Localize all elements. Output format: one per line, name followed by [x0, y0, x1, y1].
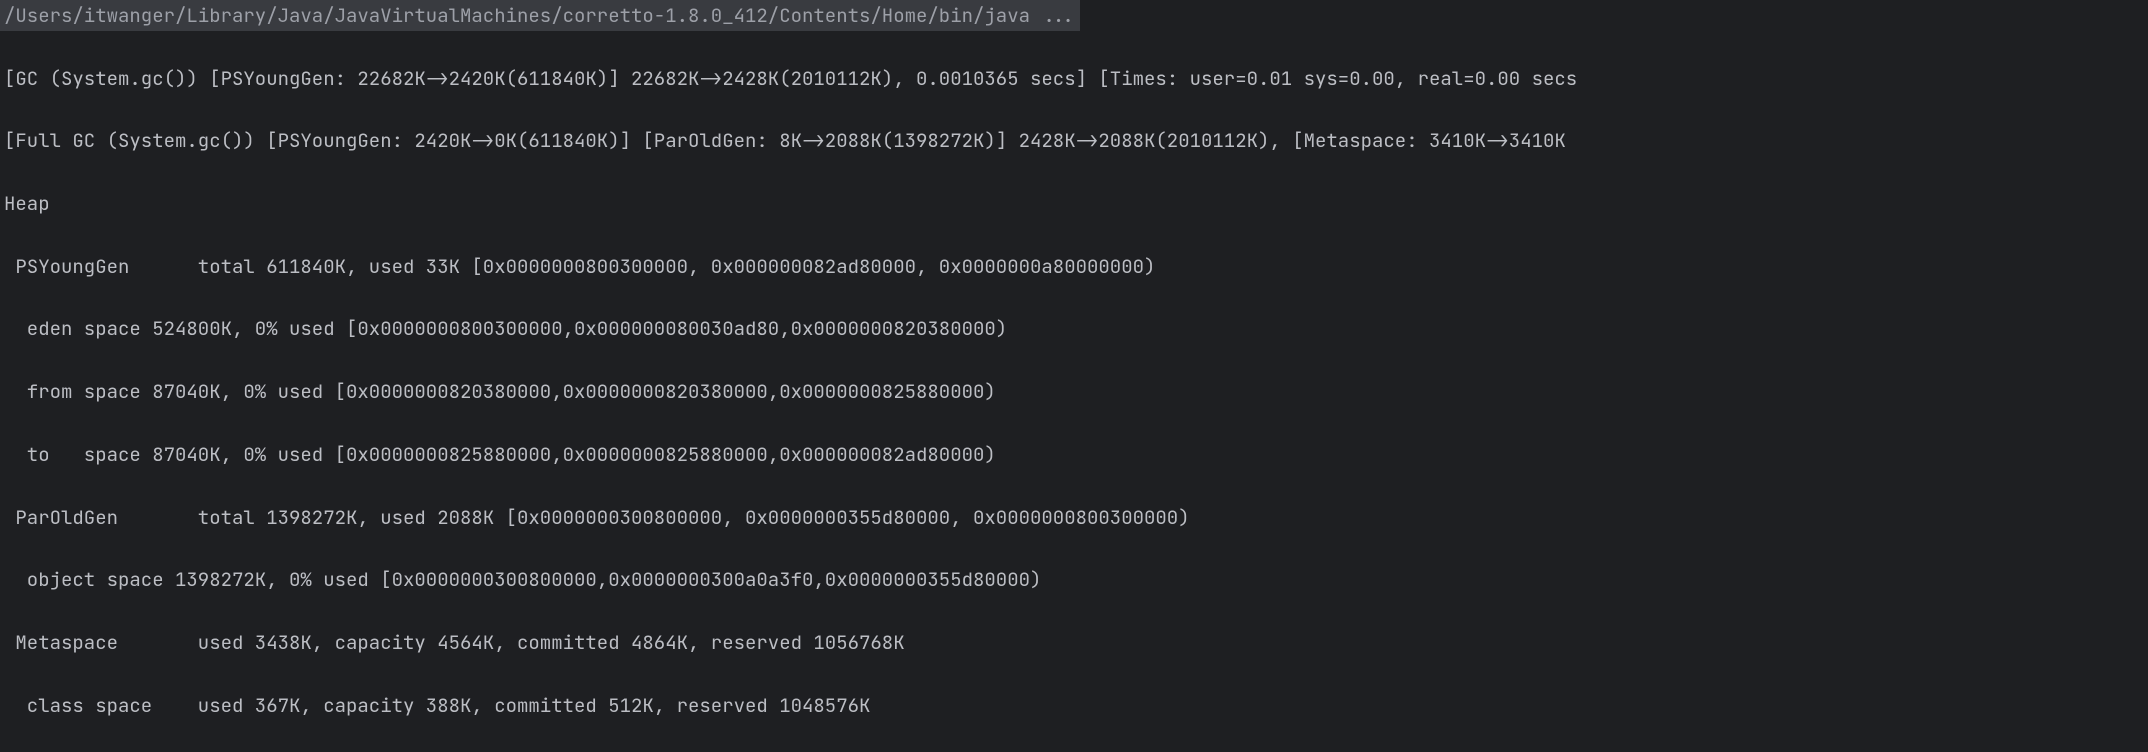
- console-output: [GC (System.gc()) [PSYoungGen: 22682K->2…: [0, 31, 2148, 752]
- java-command-path: /Users/itwanger/Library/Java/JavaVirtual…: [0, 0, 1080, 31]
- metaspace-line: Metaspace used 3438K, capacity 4564K, co…: [4, 627, 2144, 658]
- object-space-line: object space 1398272K, 0% used [0x000000…: [4, 564, 2144, 595]
- gc-log-line: [GC (System.gc()) [PSYoungGen: 22682K->2…: [4, 63, 2144, 94]
- to-space-line: to space 87040K, 0% used [0x000000082588…: [4, 439, 2144, 470]
- ps-young-gen-line: PSYoungGen total 611840K, used 33K [0x00…: [4, 251, 2144, 282]
- class-space-line: class space used 367K, capacity 388K, co…: [4, 690, 2144, 721]
- from-space-line: from space 87040K, 0% used [0x0000000820…: [4, 376, 2144, 407]
- par-old-gen-line: ParOldGen total 1398272K, used 2088K [0x…: [4, 502, 2144, 533]
- eden-space-line: eden space 524800K, 0% used [0x000000080…: [4, 313, 2144, 344]
- heap-header: Heap: [4, 188, 2144, 219]
- full-gc-log-line: [Full GC (System.gc()) [PSYoungGen: 2420…: [4, 125, 2144, 156]
